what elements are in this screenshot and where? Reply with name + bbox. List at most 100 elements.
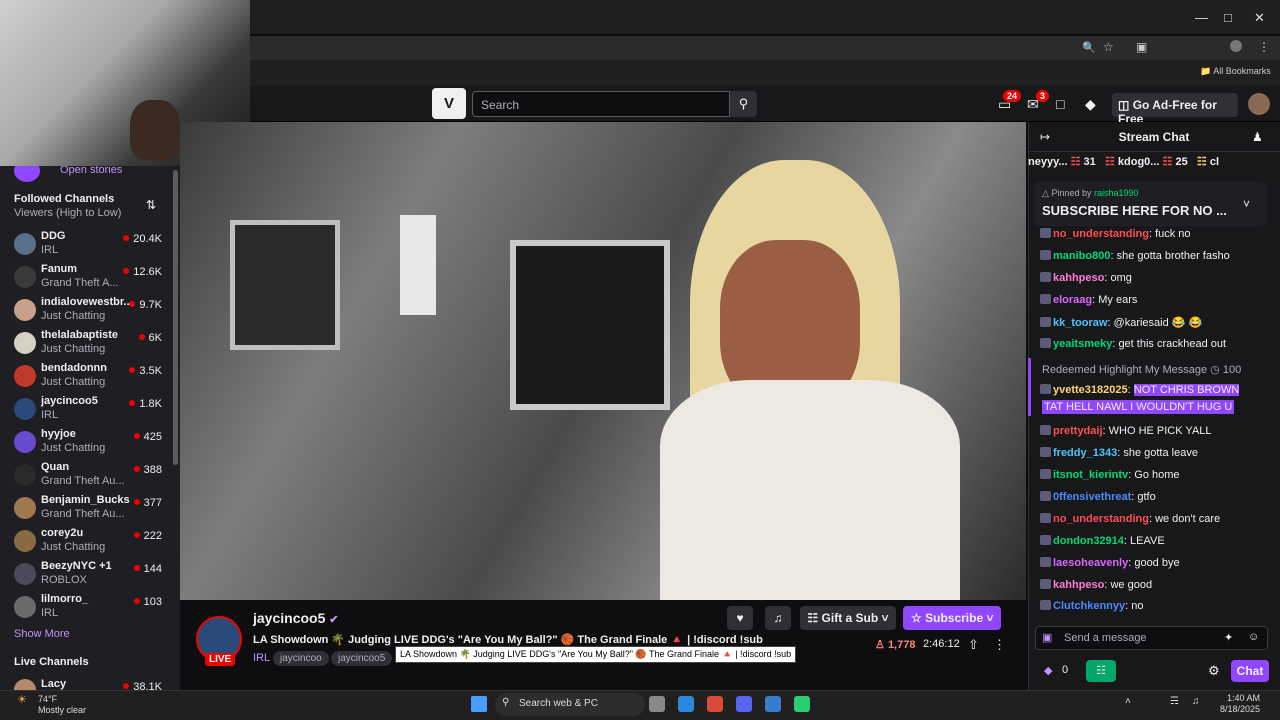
volume-icon[interactable]: ♫ xyxy=(1192,696,1200,707)
bits-icon[interactable]: ◆ xyxy=(1044,664,1052,677)
sidebar-channel-item[interactable]: corey2u Just Chatting 222 xyxy=(0,525,172,558)
chat-username[interactable]: yeaitsmeky xyxy=(1053,338,1112,350)
chat-message[interactable]: manibo800: she gotta brother fasho xyxy=(1040,250,1270,262)
streamer-name[interactable]: jaycincoo5 ✔ xyxy=(253,610,338,626)
chat-username[interactable]: no_understanding xyxy=(1053,513,1149,525)
chat-username[interactable]: kahhpeso xyxy=(1053,579,1104,591)
star-icon[interactable]: ☆ xyxy=(1103,40,1114,54)
chat-username[interactable]: kahhpeso xyxy=(1053,272,1104,284)
channel-viewers: 425 xyxy=(134,431,162,443)
chat-message[interactable]: eloraag: My ears xyxy=(1040,294,1270,306)
chat-message[interactable]: kk_tooraw: @kariesaid 😂 😂 xyxy=(1040,316,1270,329)
chevron-up-icon[interactable]: ˄ xyxy=(1125,696,1131,707)
follow-button[interactable]: ♥ xyxy=(727,606,753,630)
cheer-icon[interactable]: ✦ xyxy=(1224,631,1233,644)
close-icon[interactable]: ✕ xyxy=(1254,10,1265,26)
chat-message[interactable]: no_understanding: we don't care xyxy=(1040,513,1270,525)
gift-sub-button[interactable]: ☷ Gift a Sub ˅ xyxy=(800,606,896,630)
stream-category[interactable]: IRL xyxy=(253,652,270,664)
chat-username[interactable]: 0ffensivethreat xyxy=(1053,491,1131,503)
sidebar-channel-item[interactable]: hyyjoe Just Chatting 425 xyxy=(0,426,172,459)
sidebar-scrollbar[interactable] xyxy=(173,170,178,465)
chat-username[interactable]: manibo800 xyxy=(1053,250,1110,262)
restore-icon[interactable]: □ xyxy=(1224,10,1232,25)
chat-username[interactable]: kk_tooraw xyxy=(1053,317,1107,329)
chevron-down-icon[interactable]: ˅ xyxy=(1243,197,1250,211)
photos-icon[interactable] xyxy=(765,696,781,712)
points-balance: 0 xyxy=(1062,664,1069,676)
collapse-chat-icon[interactable]: ↦ xyxy=(1040,130,1050,144)
site-logo[interactable]: V xyxy=(432,88,466,119)
chat-username[interactable]: laesoheavenly xyxy=(1053,557,1128,569)
sidebar-channel-item[interactable]: Quan Grand Theft Au... 388 xyxy=(0,459,172,492)
taskbar-clock[interactable]: 1:40 AM 8/18/2025 xyxy=(1220,693,1260,715)
discord-icon[interactable] xyxy=(736,696,752,712)
more-options-icon[interactable]: ⋮ xyxy=(993,637,1006,653)
sidebar-channel-item[interactable]: indialovewestbr... Just Chatting 9.7K xyxy=(0,294,172,327)
minimize-icon[interactable]: — xyxy=(1195,10,1208,25)
sidebar-channel-item[interactable]: jaycincoo5 IRL 1.8K xyxy=(0,393,172,426)
subscribe-button[interactable]: ☆ Subscribe ˅ xyxy=(903,606,1001,630)
taskbar-search[interactable]: Search web & PC xyxy=(495,693,645,716)
sidebar-channel-item[interactable]: Benjamin_Bucks Grand Theft Au... 377 xyxy=(0,492,172,525)
chat-message[interactable]: kahhpeso: omg xyxy=(1040,272,1270,284)
live-channel-item[interactable]: Lacy 38.1K xyxy=(0,676,172,690)
notify-button[interactable]: ♫ xyxy=(765,606,791,630)
extensions-icon[interactable]: ▣ xyxy=(1136,40,1147,54)
sidebar-channel-item[interactable]: bendadonnn Just Chatting 3.5K xyxy=(0,360,172,393)
emote-icon[interactable]: ☺ xyxy=(1248,631,1259,643)
zoom-icon[interactable]: 🔍 xyxy=(1082,41,1096,54)
wifi-icon[interactable]: ☴ xyxy=(1170,696,1179,707)
chat-message[interactable]: dondon32914: LEAVE xyxy=(1040,535,1270,547)
app-icon[interactable] xyxy=(794,696,810,712)
chat-username[interactable]: dondon32914 xyxy=(1053,535,1124,547)
sidebar-channel-item[interactable]: lilmorro_ IRL 103 xyxy=(0,591,172,624)
profile-icon[interactable] xyxy=(1230,40,1242,52)
chrome-icon[interactable] xyxy=(707,696,723,712)
sidebar-channel-item[interactable]: DDG IRL 20.4K xyxy=(0,228,172,261)
users-icon[interactable]: ♟ xyxy=(1252,130,1263,144)
chat-message[interactable]: prettydaij: WHO HE PICK YALL xyxy=(1040,425,1270,437)
chat-message[interactable]: freddy_1343: she gotta leave xyxy=(1040,447,1270,459)
sidebar-channel-item[interactable]: thelalabaptiste Just Chatting 6K xyxy=(0,327,172,360)
ad-free-button[interactable]: ◫ Go Ad-Free for Free xyxy=(1112,93,1238,126)
user-avatar[interactable] xyxy=(1248,93,1270,115)
gift-icon: ☷ xyxy=(1196,156,1207,168)
settings-icon[interactable]: ⚙ xyxy=(1208,663,1220,679)
chat-message[interactable]: yvette3182025: NOT CHRIS BROWN xyxy=(1040,384,1270,396)
badge-icon[interactable]: ▣ xyxy=(1042,631,1052,644)
chat-message[interactable]: yeaitsmeky: get this crackhead out xyxy=(1040,338,1270,350)
show-more-link[interactable]: Show More xyxy=(14,628,70,640)
chat-username[interactable]: itsnot_kierintv xyxy=(1053,469,1128,481)
chat-message[interactable]: Clutchkennyy: no xyxy=(1040,600,1270,612)
sidebar-channel-item[interactable]: BeezyNYC +1 ROBLOX 144 xyxy=(0,558,172,591)
chat-username[interactable]: Clutchkennyy xyxy=(1053,600,1125,612)
sidebar-channel-item[interactable]: Fanum Grand Theft A... 12.6K xyxy=(0,261,172,294)
whispers-icon[interactable]: □ xyxy=(1056,96,1064,112)
task-view-icon[interactable] xyxy=(649,696,665,712)
menu-icon[interactable]: ⋮ xyxy=(1258,40,1270,54)
sort-icon[interactable]: ⇅ xyxy=(146,198,156,212)
chat-message[interactable]: 0ffensivethreat: gtfo xyxy=(1040,491,1270,503)
chat-username[interactable]: eloraag xyxy=(1053,294,1092,306)
chat-username[interactable]: freddy_1343 xyxy=(1053,447,1117,459)
search-button[interactable]: ⚲ xyxy=(730,91,757,117)
crown-icon[interactable]: ◆ xyxy=(1085,96,1096,113)
share-icon[interactable]: ⇧ xyxy=(968,637,979,653)
stream-tag[interactable]: jaycincoo5 xyxy=(331,651,393,666)
edge-icon[interactable] xyxy=(678,696,694,712)
stream-tag[interactable]: jaycincoo xyxy=(273,651,329,666)
chat-username[interactable]: yvette3182025 xyxy=(1053,384,1128,396)
all-bookmarks[interactable]: 📁 All Bookmarks xyxy=(1200,66,1271,77)
search-input[interactable]: Search xyxy=(472,91,730,117)
chat-username[interactable]: no_understanding xyxy=(1053,228,1149,240)
chat-username[interactable]: prettydaij xyxy=(1053,425,1103,437)
chat-message[interactable]: itsnot_kierintv: Go home xyxy=(1040,469,1270,481)
address-bar[interactable] xyxy=(250,36,1280,60)
chat-send-button[interactable]: Chat xyxy=(1231,660,1269,682)
start-icon[interactable] xyxy=(471,696,487,712)
chat-message[interactable]: laesoheavenly: good bye xyxy=(1040,557,1270,569)
chat-message[interactable]: no_understanding: fuck no xyxy=(1040,228,1270,240)
points-button[interactable]: ☷ xyxy=(1086,660,1116,682)
chat-message[interactable]: kahhpeso: we good xyxy=(1040,579,1270,591)
